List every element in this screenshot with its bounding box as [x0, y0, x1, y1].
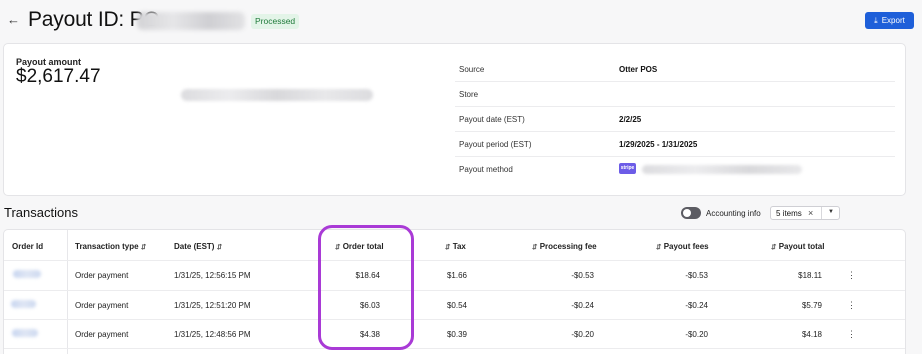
detail-row-source: Source Otter POS [455, 57, 895, 82]
toggle-knob [683, 209, 691, 217]
header-divider [4, 260, 905, 261]
arrow-left-icon[interactable]: ← [7, 12, 20, 27]
export-button[interactable]: ⤓ Export [865, 12, 914, 29]
redacted-payout-id [137, 12, 245, 30]
column-header-label: Transaction type [75, 242, 139, 251]
cell-payout-fees: -$0.53 [685, 271, 708, 280]
detail-row-payout-method: Payout method stripe [455, 157, 895, 182]
redacted-payout-method [642, 165, 802, 174]
detail-key: Payout period (EST) [459, 140, 532, 149]
column-header-payout-fees[interactable]: ⇵ Payout fees [656, 242, 709, 251]
status-badge: Processed [251, 14, 300, 29]
chevron-down-icon[interactable]: ▼ [828, 209, 834, 215]
cell-processing-fee: -$0.24 [571, 301, 594, 310]
detail-key: Payout method [459, 165, 513, 174]
cell-processing-fee: -$0.20 [571, 330, 594, 339]
detail-value: Otter POS [619, 65, 658, 74]
more-options-icon[interactable]: ⋮ [847, 300, 856, 311]
payout-summary-card: Payout amount $2,617.47 Source Otter POS… [3, 43, 906, 196]
transactions-title: Transactions [4, 205, 78, 220]
export-button-label: Export [881, 16, 905, 25]
column-header-label: Payout fees [663, 242, 709, 251]
cell-payout-total: $4.18 [801, 330, 822, 339]
column-header-label: Tax [452, 242, 466, 251]
payout-amount-value: $2,617.47 [16, 66, 101, 87]
sort-icon[interactable]: ⇵ [141, 244, 146, 251]
download-icon: ⤓ [874, 15, 878, 25]
redacted-store-name [181, 89, 373, 101]
redacted-order-id[interactable] [13, 270, 41, 278]
row-divider [4, 319, 905, 320]
items-chip-label: 5 items [776, 209, 802, 218]
cell-date: 1/31/25, 12:48:56 PM [174, 330, 251, 339]
column-header-transaction-type[interactable]: Transaction type ⇵ [75, 242, 146, 251]
sort-icon[interactable]: ⇵ [445, 244, 450, 251]
column-header-label: Processing fee [539, 242, 597, 251]
column-header-payout-total[interactable]: ⇵ Payout total [771, 242, 824, 251]
cell-payout-total: $5.79 [801, 301, 822, 310]
row-divider [4, 290, 905, 291]
stripe-logo: stripe [619, 163, 636, 174]
column-header-label: Payout total [778, 242, 825, 251]
cell-tax: $0.39 [446, 330, 467, 339]
sort-icon[interactable]: ⇵ [656, 244, 661, 251]
chip-divider [821, 207, 822, 219]
column-divider [67, 230, 68, 354]
column-header-label: Date (EST) [174, 242, 215, 251]
cell-transaction-type: Order payment [75, 330, 129, 339]
cell-date: 1/31/25, 12:56:15 PM [174, 271, 251, 280]
column-header-date[interactable]: Date (EST) ⇵ [174, 242, 222, 251]
cell-processing-fee: -$0.53 [571, 271, 594, 280]
detail-value: 2/2/25 [619, 115, 642, 124]
detail-value: 1/29/2025 - 1/31/2025 [619, 140, 698, 149]
sort-icon[interactable]: ⇵ [532, 244, 537, 251]
sort-icon[interactable]: ⇵ [217, 244, 222, 251]
detail-key: Source [459, 65, 485, 74]
payout-detail-page: ← Payout ID: PO- Processed ⤓ Export Payo… [0, 0, 922, 354]
cell-date: 1/31/25, 12:51:20 PM [174, 301, 251, 310]
column-header-label: Order Id [12, 242, 44, 251]
detail-row-store: Store [455, 82, 895, 107]
sort-icon[interactable]: ⇵ [771, 244, 776, 251]
cell-tax: $0.54 [446, 301, 467, 310]
cell-payout-fees: -$0.20 [685, 330, 708, 339]
row-divider [4, 348, 905, 349]
redacted-order-id[interactable] [12, 329, 38, 337]
column-header-processing-fee[interactable]: ⇵ Processing fee [532, 242, 597, 251]
more-options-icon[interactable]: ⋮ [847, 270, 856, 281]
cell-payout-fees: -$0.24 [685, 301, 708, 310]
detail-row-payout-period: Payout period (EST) 1/29/2025 - 1/31/202… [455, 132, 895, 157]
items-filter-chip[interactable]: 5 items × ▼ [770, 206, 840, 220]
column-header-tax[interactable]: ⇵ Tax [445, 242, 466, 251]
cell-tax: $1.66 [446, 271, 467, 280]
redacted-order-id[interactable] [11, 300, 36, 308]
highlight-annotation [318, 225, 414, 350]
close-icon[interactable]: × [808, 208, 813, 218]
detail-key: Payout date (EST) [459, 115, 525, 124]
accounting-info-label: Accounting info [706, 209, 761, 218]
column-header-order-id[interactable]: Order Id [12, 242, 43, 251]
detail-key: Store [459, 90, 479, 99]
transactions-table: Order Id Transaction type ⇵ Date (EST) ⇵… [3, 229, 906, 354]
more-options-icon[interactable]: ⋮ [847, 329, 856, 340]
detail-row-payout-date: Payout date (EST) 2/2/25 [455, 107, 895, 132]
cell-payout-total: $18.11 [798, 271, 822, 280]
accounting-info-toggle[interactable] [681, 207, 701, 219]
cell-transaction-type: Order payment [75, 271, 129, 280]
cell-transaction-type: Order payment [75, 301, 129, 310]
